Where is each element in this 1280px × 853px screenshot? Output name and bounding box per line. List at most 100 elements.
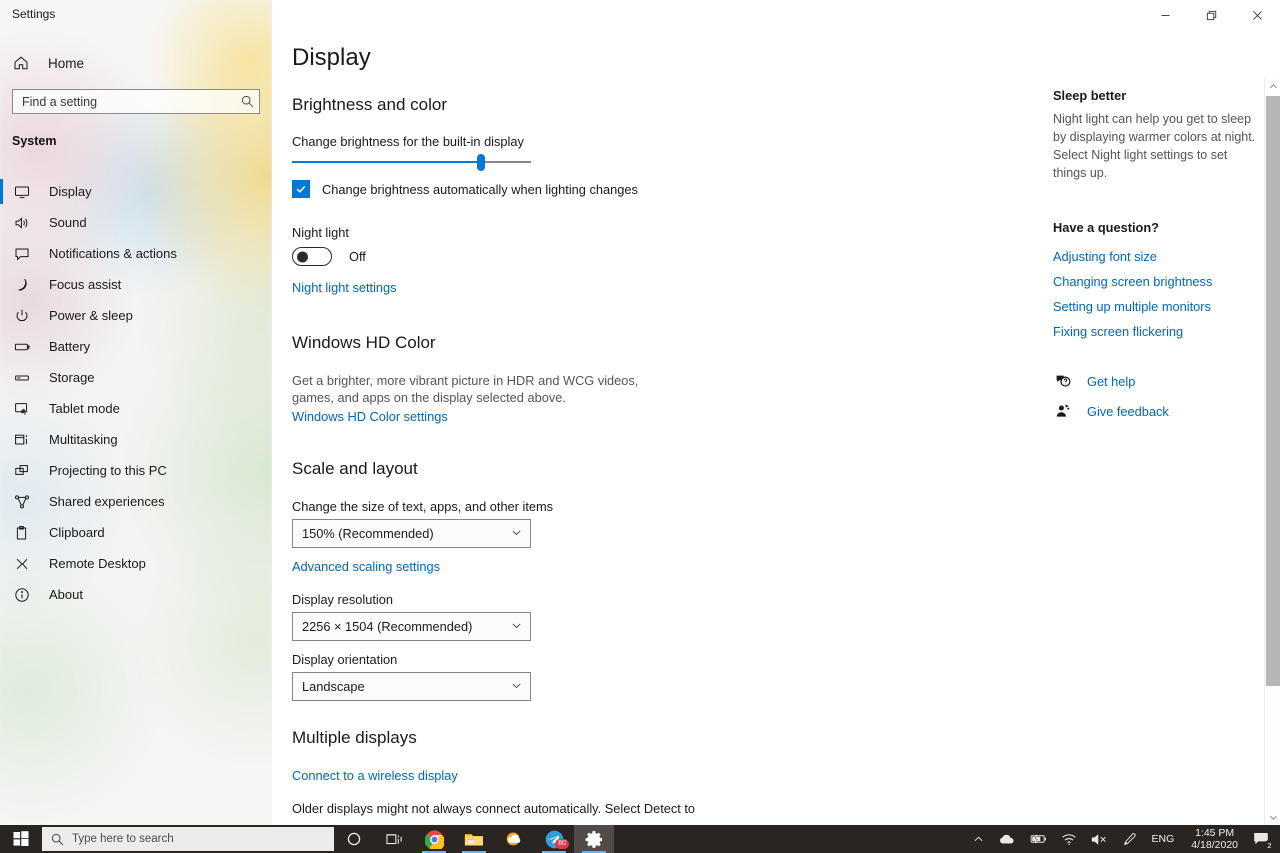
wireless-display-link[interactable]: Connect to a wireless display: [292, 768, 458, 783]
network-wifi-icon[interactable]: [1054, 825, 1084, 853]
minimize-button[interactable]: [1142, 0, 1188, 30]
resolution-value: 2256 × 1504 (Recommended): [302, 619, 473, 634]
sidebar-item-battery[interactable]: Battery: [0, 331, 272, 362]
rail-link-screen-brightness[interactable]: Changing screen brightness: [1053, 274, 1212, 289]
settings-content: Display Brightness and color Change brig…: [272, 0, 1280, 825]
home-icon: [13, 55, 35, 71]
scale-size-combobox[interactable]: 150% (Recommended): [292, 519, 531, 548]
battery-icon[interactable]: [1022, 825, 1054, 853]
scale-size-label: Change the size of text, apps, and other…: [292, 499, 554, 514]
sidebar-nav-list: Display Sound Notifications & actions Fo…: [0, 176, 272, 610]
info-icon: [13, 586, 31, 604]
taskbar-search-box[interactable]: Type here to search: [42, 827, 334, 851]
close-button[interactable]: [1234, 0, 1280, 30]
sidebar-item-home[interactable]: Home: [0, 48, 272, 78]
scrollbar-thumb[interactable]: [1266, 96, 1280, 686]
night-light-toggle[interactable]: [292, 247, 332, 266]
sidebar-item-focus-assist[interactable]: Focus assist: [0, 269, 272, 300]
sidebar-item-display[interactable]: Display: [0, 176, 272, 207]
checkbox-checked-icon[interactable]: [292, 180, 310, 198]
sidebar-label-tablet-mode: Tablet mode: [49, 401, 120, 416]
remote-desktop-icon: [13, 555, 31, 573]
brightness-slider-label: Change brightness for the built-in displ…: [292, 134, 524, 149]
sidebar-label-storage: Storage: [49, 370, 95, 385]
sidebar-label-remote-desktop: Remote Desktop: [49, 556, 146, 571]
help-chat-icon: [1053, 372, 1073, 390]
clipboard-icon: [13, 524, 31, 542]
scale-size-value: 150% (Recommended): [302, 526, 434, 541]
search-box[interactable]: [12, 89, 260, 114]
scroll-down-arrow[interactable]: [1265, 809, 1280, 825]
auto-brightness-label: Change brightness automatically when lig…: [322, 181, 638, 197]
sidebar-item-notifications[interactable]: Notifications & actions: [0, 238, 272, 269]
rail-link-multiple-monitors[interactable]: Setting up multiple monitors: [1053, 299, 1212, 314]
show-hidden-icons-button[interactable]: [966, 825, 991, 853]
clock[interactable]: 1:45 PM 4/18/2020: [1182, 825, 1247, 853]
rail-sleep-body: Night light can help you get to sleep by…: [1053, 112, 1256, 180]
sidebar-item-remote-desktop[interactable]: Remote Desktop: [0, 548, 272, 579]
action-center-button[interactable]: 2: [1247, 825, 1278, 853]
tablet-icon: [13, 400, 31, 418]
rail-link-font-size[interactable]: Adjusting font size: [1053, 249, 1212, 264]
task-view-button[interactable]: [374, 825, 414, 853]
sidebar-item-about[interactable]: About: [0, 579, 272, 610]
scroll-up-arrow[interactable]: [1265, 78, 1280, 94]
sidebar-item-clipboard[interactable]: Clipboard: [0, 517, 272, 548]
sidebar-item-power-sleep[interactable]: Power & sleep: [0, 300, 272, 331]
onedrive-icon[interactable]: [991, 825, 1022, 853]
rail-link-screen-flickering[interactable]: Fixing screen flickering: [1053, 324, 1212, 339]
toggle-knob: [297, 251, 308, 262]
sidebar-item-projecting[interactable]: Projecting to this PC: [0, 455, 272, 486]
night-light-label: Night light: [292, 225, 349, 240]
chevron-down-icon: [511, 525, 522, 543]
sidebar-label-battery: Battery: [49, 339, 91, 354]
night-light-toggle-row[interactable]: Off: [292, 247, 366, 266]
get-help-label: Get help: [1087, 373, 1136, 389]
taskbar-app-weather[interactable]: [494, 825, 534, 853]
sidebar-label-projecting: Projecting to this PC: [49, 463, 167, 478]
speaker-icon: [13, 214, 31, 232]
brightness-slider[interactable]: [292, 153, 531, 171]
auto-brightness-checkbox-row[interactable]: Change brightness automatically when lig…: [292, 180, 638, 198]
sidebar-label-shared-experiences: Shared experiences: [49, 494, 165, 509]
taskbar-app-file-explorer[interactable]: [454, 825, 494, 853]
restore-button[interactable]: [1188, 0, 1234, 30]
pen-menu-icon[interactable]: [1115, 825, 1144, 853]
power-icon: [13, 307, 31, 325]
sidebar-item-tablet-mode[interactable]: Tablet mode: [0, 393, 272, 424]
sidebar-label-about: About: [49, 587, 83, 602]
monitor-icon: [13, 183, 31, 201]
window-caption-buttons: [1142, 0, 1280, 30]
sidebar-label-multitasking: Multitasking: [49, 432, 118, 447]
start-button[interactable]: [0, 825, 42, 853]
resolution-combobox[interactable]: 2256 × 1504 (Recommended): [292, 612, 531, 641]
taskbar-app-chrome[interactable]: [414, 825, 454, 853]
advanced-scaling-link[interactable]: Advanced scaling settings: [292, 559, 440, 574]
search-icon[interactable]: [235, 95, 259, 108]
taskbar-icons: 80: [334, 825, 614, 853]
search-input[interactable]: [13, 94, 235, 109]
sidebar-item-multitasking[interactable]: Multitasking: [0, 424, 272, 455]
taskbar-app-telegram[interactable]: 80: [534, 825, 574, 853]
feedback-person-icon: [1053, 402, 1073, 420]
brightness-slider-thumb[interactable]: [476, 154, 485, 171]
night-light-settings-link[interactable]: Night light settings: [292, 280, 397, 295]
hd-color-settings-link[interactable]: Windows HD Color settings: [292, 409, 448, 424]
taskbar: Type here to search 80 ENG 1:45 PM 4/18/…: [0, 825, 1280, 853]
sidebar-label-notifications: Notifications & actions: [49, 246, 177, 261]
language-indicator[interactable]: ENG: [1144, 833, 1183, 845]
share-icon: [13, 493, 31, 511]
content-scrollbar[interactable]: [1264, 78, 1280, 825]
taskbar-app-settings[interactable]: [574, 825, 614, 853]
cortana-button[interactable]: [334, 825, 374, 853]
sidebar-item-sound[interactable]: Sound: [0, 207, 272, 238]
volume-muted-icon[interactable]: [1084, 825, 1115, 853]
get-help-action[interactable]: Get help: [1053, 372, 1169, 390]
sidebar-label-power-sleep: Power & sleep: [49, 308, 133, 323]
sidebar-item-storage[interactable]: Storage: [0, 362, 272, 393]
give-feedback-action[interactable]: Give feedback: [1053, 402, 1169, 420]
taskbar-search-placeholder: Type here to search: [72, 833, 174, 845]
sidebar-item-shared-experiences[interactable]: Shared experiences: [0, 486, 272, 517]
clock-date: 4/18/2020: [1191, 839, 1238, 851]
orientation-combobox[interactable]: Landscape: [292, 672, 531, 701]
